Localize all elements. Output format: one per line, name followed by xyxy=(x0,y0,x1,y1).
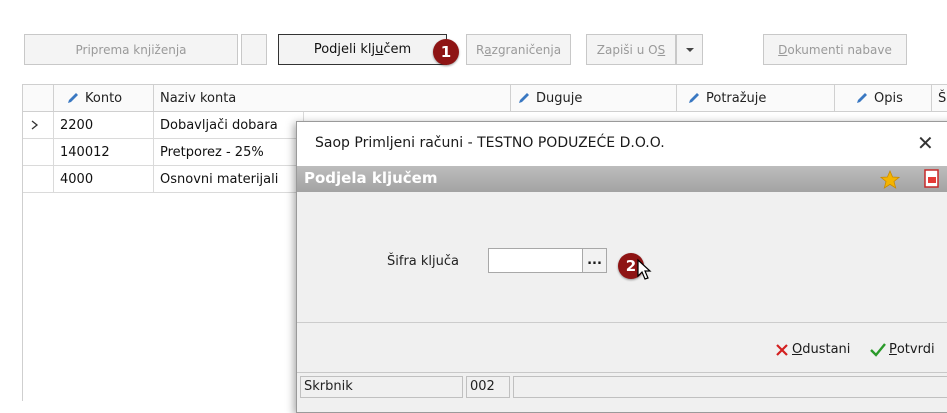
podjeli-kljucem-button[interactable]: Podjeli klj u čem xyxy=(278,34,447,65)
grid-header-potrazuje[interactable]: Potražuje xyxy=(677,85,835,112)
grid-header-extra[interactable]: Š xyxy=(932,85,947,112)
header-duguje-label: Duguje xyxy=(536,90,583,106)
chevron-down-icon xyxy=(685,47,694,52)
dokumenti-mnemonic: D xyxy=(778,42,788,57)
zapisi-mnemonic: S xyxy=(657,42,666,57)
cancel-x-icon xyxy=(776,343,788,356)
row-indicator xyxy=(23,166,54,193)
status-user: Skrbnik xyxy=(300,376,463,398)
sifra-kljuca-label: Šifra ključa xyxy=(387,254,459,269)
current-row-arrow-icon xyxy=(31,120,39,130)
zapisi-a: Zapiši u O xyxy=(596,42,658,57)
mouse-cursor-icon xyxy=(637,258,652,280)
zapisi-u-os-button[interactable]: Zapiši u OS xyxy=(586,34,676,65)
podjela-kljucem-dialog: Saop Primljeni računi - TESTNO PODUZEĆE … xyxy=(296,121,947,413)
podjeli-label-mnemonic: u xyxy=(375,42,384,57)
dialog-band-title: Podjela ključem xyxy=(304,169,438,187)
header-opis-label: Opis xyxy=(874,90,903,106)
table-row-cell-konto[interactable]: 2200 xyxy=(54,112,154,139)
priprema-dropdown-button[interactable] xyxy=(241,34,267,65)
dokumenti-nabave-button[interactable]: Dokumenti nabave xyxy=(763,34,907,65)
edit-pencil-icon xyxy=(68,93,78,103)
header-naziv-label: Naziv konta xyxy=(160,90,237,106)
razgranicenja-button[interactable]: Ra zgraničenja xyxy=(466,34,571,65)
pdf-document-icon[interactable] xyxy=(923,169,941,189)
close-icon[interactable]: ✕ xyxy=(917,131,934,155)
grid-header-naziv[interactable]: Naziv konta xyxy=(154,85,511,112)
cancel-label: dustani xyxy=(802,342,851,357)
table-row-cell-konto[interactable]: 4000 xyxy=(54,166,154,193)
dokumenti-b: okumenti nabave xyxy=(787,42,892,57)
podjeli-label-a: Podjeli klj xyxy=(313,42,376,57)
dialog-title-bar: Saop Primljeni računi - TESTNO PODUZEĆE … xyxy=(297,122,947,166)
status-empty xyxy=(513,376,947,398)
status-code: 002 xyxy=(466,376,510,398)
row-indicator xyxy=(23,139,54,166)
razgranicenja-a: R xyxy=(475,42,485,57)
zapisi-dropdown-button[interactable] xyxy=(676,34,703,65)
row-indicator xyxy=(23,112,54,139)
dialog-separator xyxy=(297,322,947,323)
table-row-cell-konto[interactable]: 140012 xyxy=(54,139,154,166)
step-badge-1: 1 xyxy=(433,39,459,65)
cancel-button[interactable]: Odustani xyxy=(775,342,850,357)
table-row-cell-naziv[interactable]: Dobavljači dobara xyxy=(154,112,304,139)
table-row-cell-naziv[interactable]: Pretporez - 25% xyxy=(154,139,304,166)
header-konto-label: Konto xyxy=(85,90,123,106)
edit-pencil-icon xyxy=(519,93,529,103)
header-potrazuje-label: Potražuje xyxy=(706,90,767,106)
favorite-star-icon[interactable] xyxy=(880,170,900,189)
dialog-status-bar: Skrbnik 002 xyxy=(297,372,947,402)
confirm-mnemonic: P xyxy=(889,342,897,357)
confirm-label: otvrdi xyxy=(896,342,935,357)
header-extra-label: Š xyxy=(938,90,947,106)
checkmark-icon xyxy=(870,342,886,357)
priprema-knjizenja-button[interactable]: Priprema knjiženja xyxy=(24,34,238,65)
grid-header-indicator xyxy=(23,85,54,112)
confirm-button[interactable]: Potvrdi xyxy=(870,342,935,357)
table-row-cell-naziv[interactable]: Osnovni materijali xyxy=(154,166,304,193)
edit-pencil-icon xyxy=(857,93,867,103)
grid-header-duguje[interactable]: Duguje xyxy=(511,85,677,112)
grid-header-opis[interactable]: Opis xyxy=(835,85,932,112)
sifra-kljuca-lookup-button[interactable]: ... xyxy=(582,248,607,273)
cancel-mnemonic: O xyxy=(792,342,803,357)
podjeli-label-b: čem xyxy=(383,42,412,57)
dialog-header-band: Podjela ključem xyxy=(297,166,947,192)
dialog-title: Saop Primljeni računi - TESTNO PODUZEĆE … xyxy=(315,135,665,151)
razgranicenja-mnemonic: a xyxy=(484,42,492,57)
razgranicenja-b: zgraničenja xyxy=(491,42,562,57)
grid-header-konto[interactable]: Konto xyxy=(54,85,154,112)
edit-pencil-icon xyxy=(689,93,699,103)
